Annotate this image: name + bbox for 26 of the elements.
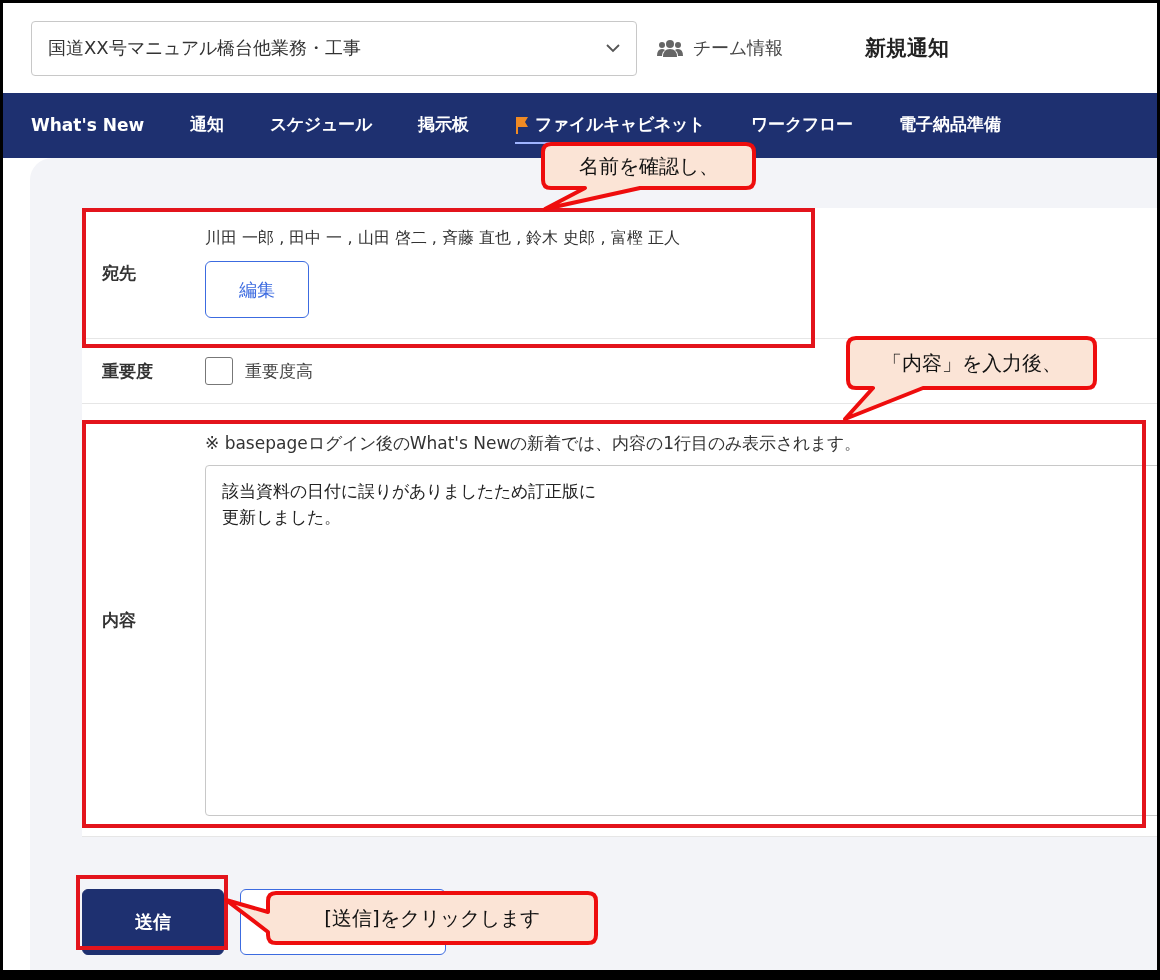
edit-button[interactable]: 編集 <box>205 261 309 318</box>
checkbox-label[interactable]: 重要度高 <box>245 359 313 383</box>
content-note: ※ basepageログイン後のWhat's Newの新着では、内容の1行目のみ表示されます。 <box>205 432 863 455</box>
team-link[interactable]: チーム情報 <box>693 36 783 60</box>
flag-icon <box>515 115 530 134</box>
page-title: 新規通知 <box>865 35 949 62</box>
callout-text: 「内容」を入力後、 <box>881 349 1062 377</box>
field-label: 内容 <box>101 608 137 632</box>
nav-tab[interactable]: スケジュール <box>270 107 373 144</box>
callout-text: 名前を確認し、 <box>578 152 719 180</box>
project-name: 国道XX号マニュアル橋台他業務・工事 <box>48 36 361 60</box>
team-icon[interactable] <box>657 39 683 57</box>
chevron-down-icon <box>606 43 620 53</box>
send-button[interactable]: 送信 <box>82 889 224 955</box>
checkbox[interactable] <box>205 357 233 385</box>
callout-text: [送信]をクリックします <box>324 904 540 932</box>
nav-tab[interactable]: What's New <box>31 108 145 143</box>
project-select[interactable]: 国道XX号マニュアル橋台他業務・工事 <box>31 20 637 76</box>
nav-tab[interactable]: 通知 <box>190 107 225 144</box>
nav-tab[interactable]: 掲示板 <box>418 107 470 144</box>
field-label: 宛先 <box>101 261 137 285</box>
recipient-names: 川田 一郎 , 田中 一 , 山田 啓二 , 斉藤 直也 , 鈴木 史郎 , 富樫 正人 <box>205 228 681 249</box>
field-label: 重要度 <box>101 359 154 383</box>
nav-tab[interactable]: ワークフロー <box>751 107 854 144</box>
nav-tab[interactable]: 電子納品準備 <box>899 107 1002 144</box>
content-field[interactable]: 該当資料の日付に誤りがありましたため訂正版に 更新しました。 <box>205 465 1157 816</box>
